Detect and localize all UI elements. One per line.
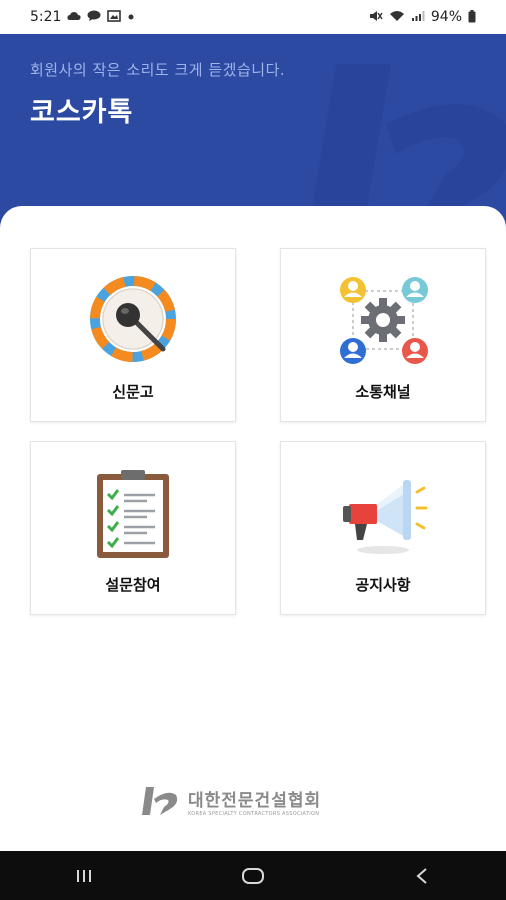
wifi-icon <box>389 10 405 24</box>
status-bar: 5:21 94% <box>0 0 506 34</box>
recent-apps-button[interactable] <box>44 851 124 900</box>
menu-card-label: 소통채널 <box>355 383 411 401</box>
battery-icon <box>468 9 476 25</box>
kosca-logo-icon <box>142 787 178 815</box>
megaphone-icon <box>331 468 435 562</box>
menu-card-label: 설문참여 <box>105 576 161 594</box>
org-name: 대한전문건설협회 <box>188 790 322 811</box>
menu-card-notice[interactable]: 공지사항 <box>280 441 486 615</box>
menu-card-label: 공지사항 <box>355 576 411 594</box>
home-button[interactable] <box>213 851 293 900</box>
back-icon <box>416 867 427 884</box>
header-subtitle: 회원사의 작은 소리도 크게 듣겠습니다. <box>30 61 286 79</box>
org-name-en: KOREA SPECIALTY CONTRACTORS ASSOCIATION <box>188 810 320 817</box>
clipboard-icon <box>81 468 185 562</box>
footer-org-logo: 대한전문건설협회 KOREA SPECIALTY CONTRACTORS ASS… <box>140 785 321 817</box>
signal-icon <box>411 10 425 24</box>
battery-percent: 94% <box>430 9 462 25</box>
cloud-icon <box>67 11 82 23</box>
system-nav-bar <box>0 851 506 900</box>
main-content: 신문고 소통채널 설문참여 공지사항 <box>0 206 506 851</box>
recent-apps-icon <box>77 869 92 882</box>
app-title: 코스카톡 <box>30 97 134 128</box>
dot-icon <box>127 11 135 23</box>
menu-card-channel[interactable]: 소통채널 <box>280 248 486 422</box>
gallery-icon <box>107 10 122 24</box>
menu-card-survey[interactable]: 설문참여 <box>30 441 236 615</box>
home-icon <box>241 867 264 884</box>
menu-card-label: 신문고 <box>112 383 154 401</box>
app-header: 회원사의 작은 소리도 크게 듣겠습니다. 코스카톡 <box>0 34 506 234</box>
gong-icon <box>81 275 185 369</box>
mute-icon <box>369 10 383 24</box>
menu-card-sinmungo[interactable]: 신문고 <box>30 248 236 422</box>
status-time: 5:21 <box>30 9 62 25</box>
chat-icon <box>87 10 101 24</box>
back-button[interactable] <box>382 851 462 900</box>
network-gear-icon <box>331 275 435 369</box>
